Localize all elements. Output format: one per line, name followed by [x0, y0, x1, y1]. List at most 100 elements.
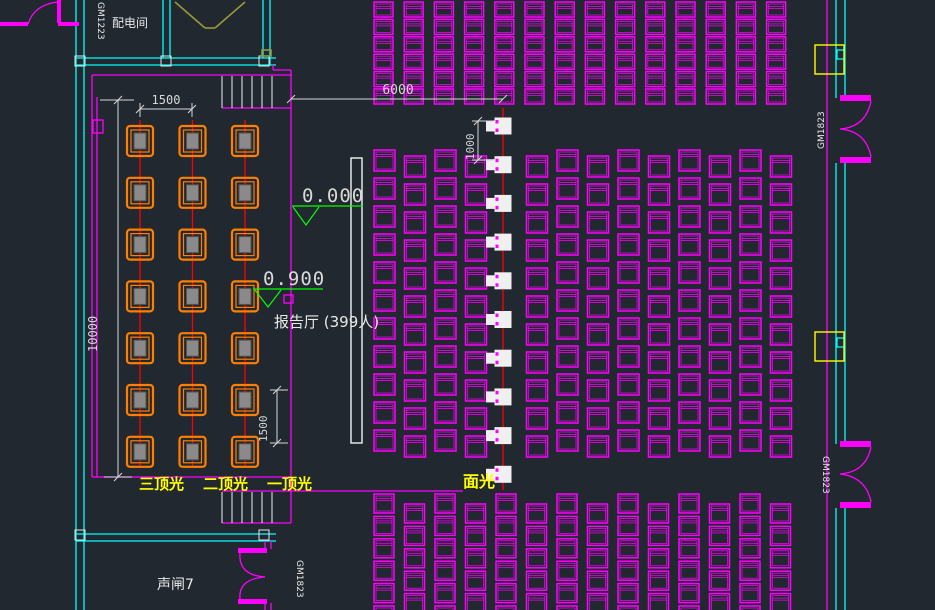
- seat-inner: [497, 21, 512, 32]
- elevation-markers: 0.000 0.900: [253, 185, 364, 307]
- seat-inner: [467, 39, 482, 50]
- seat: [679, 206, 700, 227]
- face-light-clamp: [486, 159, 495, 170]
- face-light-clamp: [486, 430, 495, 441]
- seat: [679, 290, 700, 311]
- seat-inner: [527, 56, 542, 67]
- seat: [466, 380, 487, 401]
- door-label-gm1223: GM1223: [95, 2, 105, 40]
- seat: [374, 262, 395, 283]
- stage-light-lens: [187, 237, 199, 253]
- seat: [405, 504, 425, 523]
- seat: [405, 594, 425, 610]
- seat: [649, 436, 670, 457]
- seat: [649, 352, 670, 373]
- seat: [740, 262, 761, 283]
- face-light-mark: [496, 477, 499, 481]
- seat: [435, 430, 456, 451]
- seat: [588, 324, 609, 345]
- seat: [710, 184, 731, 205]
- seat-inner: [527, 91, 542, 102]
- seat-inner: [769, 4, 784, 15]
- seat-inner: [708, 74, 723, 85]
- seat: [557, 262, 578, 283]
- seat: [710, 380, 731, 401]
- seat: [771, 571, 791, 590]
- seat: [435, 262, 456, 283]
- dim-1500-stage: 1500: [152, 93, 181, 107]
- stage-light-lens: [134, 340, 146, 356]
- seat-inner: [738, 21, 753, 32]
- seat: [740, 402, 761, 423]
- elevation-stage-text: 0.900: [263, 268, 325, 290]
- seat: [649, 549, 669, 568]
- seat-inner: [467, 4, 482, 15]
- seat-inner: [376, 21, 391, 32]
- cad-model-space-viewport[interactable]: 6000 1500 1000 10000 1500 0.000: [0, 0, 935, 610]
- seat: [740, 150, 761, 171]
- seat: [679, 584, 699, 603]
- seat: [740, 178, 761, 199]
- seat-inner: [648, 56, 663, 67]
- seat: [527, 184, 548, 205]
- seat-inner: [738, 91, 753, 102]
- seat: [618, 150, 639, 171]
- seat: [771, 296, 792, 317]
- stage-light-lens: [134, 288, 146, 304]
- seat: [588, 594, 608, 610]
- face-light-mark: [496, 159, 499, 163]
- room-label-peidianjian: 配电间: [112, 16, 148, 30]
- seat: [740, 374, 761, 395]
- seat-inner: [557, 91, 572, 102]
- seat: [527, 436, 548, 457]
- seat-inner: [618, 39, 633, 50]
- seat-inner: [618, 91, 633, 102]
- seat: [740, 584, 760, 603]
- seat: [557, 178, 578, 199]
- seat-inner: [467, 56, 482, 67]
- face-light-mark: [496, 167, 499, 171]
- seat: [374, 494, 394, 513]
- seat: [618, 494, 638, 513]
- seat-inner: [738, 56, 753, 67]
- seat: [740, 494, 760, 513]
- seat: [588, 352, 609, 373]
- stage-light-lens: [134, 185, 146, 201]
- seat: [649, 594, 669, 610]
- seat-inner: [618, 21, 633, 32]
- seat: [588, 296, 609, 317]
- seat: [679, 150, 700, 171]
- seat: [740, 430, 761, 451]
- stage-light-lens: [239, 392, 251, 408]
- seat-inner: [618, 4, 633, 15]
- seat-inner: [769, 56, 784, 67]
- seat-inner: [557, 56, 572, 67]
- seat: [466, 594, 486, 610]
- seat: [405, 380, 426, 401]
- seat: [618, 290, 639, 311]
- seat: [588, 240, 609, 261]
- seat: [435, 150, 456, 171]
- seat: [710, 504, 730, 523]
- seat-inner: [467, 91, 482, 102]
- seat: [649, 296, 670, 317]
- seat: [496, 539, 516, 558]
- seat: [466, 571, 486, 590]
- seat: [649, 212, 670, 233]
- seat: [618, 318, 639, 339]
- seat: [527, 212, 548, 233]
- stage-light-lens: [239, 340, 251, 356]
- seat-inner: [618, 74, 633, 85]
- face-light-mark: [496, 236, 499, 240]
- seat: [466, 212, 487, 233]
- room-label-soundlock: 声闸7: [157, 577, 194, 593]
- seat: [527, 268, 548, 289]
- door-label-gm1823-soundlock: GM1823: [294, 560, 304, 598]
- seat: [771, 212, 792, 233]
- seat-inner: [708, 56, 723, 67]
- seat-inner: [436, 39, 451, 50]
- seat: [710, 268, 731, 289]
- seat: [588, 408, 609, 429]
- seat-inner: [467, 21, 482, 32]
- seat: [771, 504, 791, 523]
